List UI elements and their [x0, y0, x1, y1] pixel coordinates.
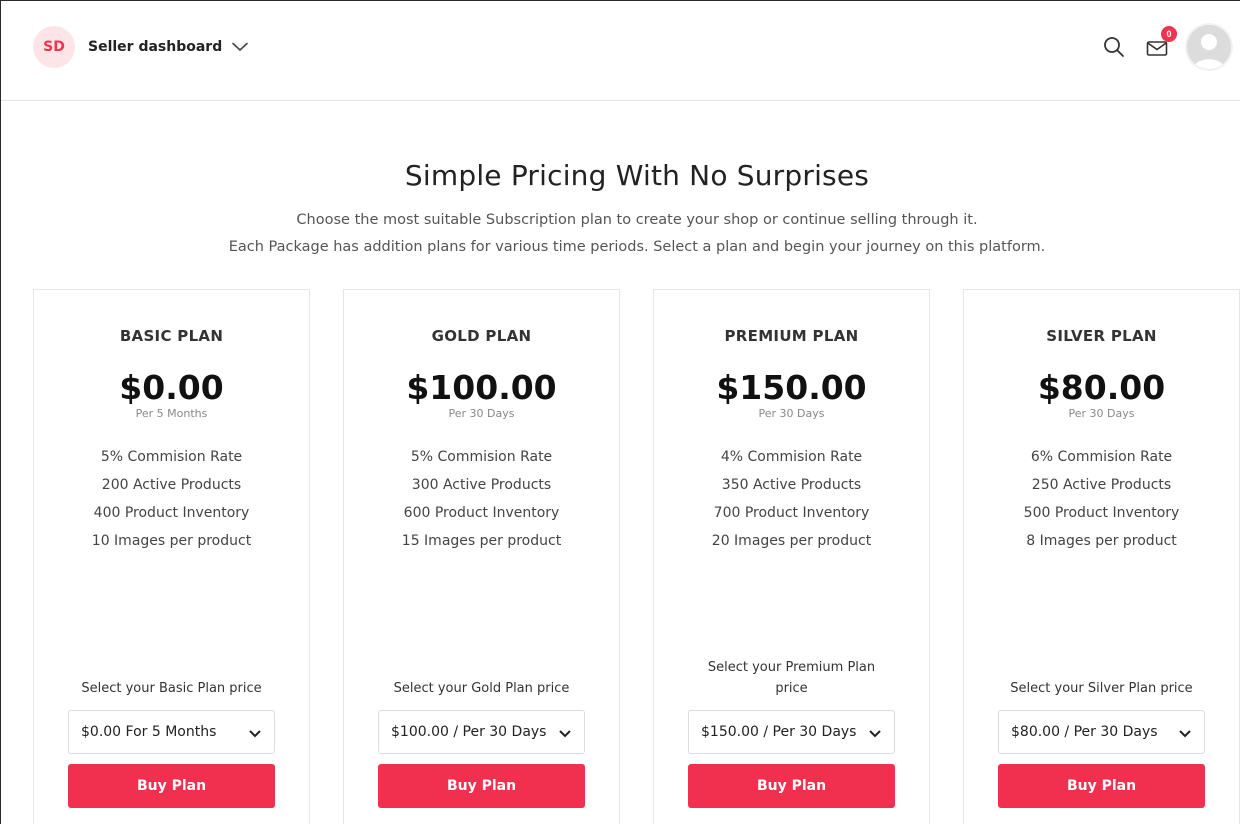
- buy-plan-button[interactable]: Buy Plan: [998, 764, 1205, 808]
- price-select-value: $100.00 / Per 30 Days: [391, 724, 547, 740]
- price-select[interactable]: $0.00 For 5 Months: [68, 710, 275, 754]
- price-select[interactable]: $80.00 / Per 30 Days: [998, 710, 1205, 754]
- chevron-down-icon: [869, 730, 881, 738]
- chevron-down-icon: [249, 730, 261, 738]
- plan-price: $100.00: [406, 368, 557, 407]
- user-avatar[interactable]: [1187, 25, 1231, 69]
- notification-badge: 0: [1161, 26, 1177, 42]
- price-select-label: Select your Silver Plan price: [1010, 681, 1193, 696]
- feature-inventory: 600 Product Inventory: [403, 505, 560, 521]
- app-frame: SD Seller dashboard 0 Simple Pricing Wit…: [0, 0, 1240, 824]
- price-select[interactable]: $150.00 / Per 30 Days: [688, 710, 895, 754]
- plan-card-basic: BASIC PLAN $0.00 Per 5 Months 5% Commisi…: [33, 289, 310, 824]
- price-select-label: Select your Basic Plan price: [81, 681, 262, 696]
- page-title: Simple Pricing With No Surprises: [404, 159, 870, 192]
- page-subtitle-line2: Each Package has addition plans for vari…: [228, 239, 1046, 255]
- store-name: Seller dashboard: [88, 39, 223, 55]
- feature-commission: 4% Commision Rate: [720, 449, 863, 465]
- feature-active-products: 350 Active Products: [721, 477, 862, 493]
- plan-name: SILVER PLAN: [1046, 327, 1157, 345]
- feature-images: 10 Images per product: [91, 533, 252, 549]
- plan-name: BASIC PLAN: [119, 327, 224, 345]
- plan-name: PREMIUM PLAN: [724, 327, 859, 345]
- feature-commission: 5% Commision Rate: [100, 449, 243, 465]
- plan-card-premium: PREMIUM PLAN $150.00 Per 30 Days 4% Comm…: [653, 289, 930, 824]
- plan-period: Per 5 Months: [135, 407, 208, 420]
- feature-images: 8 Images per product: [1026, 533, 1177, 549]
- plan-period: Per 30 Days: [758, 407, 825, 420]
- feature-active-products: 250 Active Products: [1031, 477, 1172, 493]
- buy-plan-button[interactable]: Buy Plan: [68, 764, 275, 808]
- plan-features: 5% Commision Rate 300 Active Products 60…: [399, 445, 564, 557]
- plan-card-gold: GOLD PLAN $100.00 Per 30 Days 5% Commisi…: [343, 289, 620, 824]
- buy-plan-button[interactable]: Buy Plan: [378, 764, 585, 808]
- feature-inventory: 700 Product Inventory: [713, 505, 870, 521]
- price-select-label: Select your Gold Plan price: [393, 681, 570, 696]
- store-avatar: SD: [33, 26, 75, 68]
- mail-icon[interactable]: 0: [1145, 26, 1177, 60]
- plan-period: Per 30 Days: [448, 407, 515, 420]
- top-header: SD Seller dashboard 0: [1, 1, 1240, 101]
- feature-inventory: 500 Product Inventory: [1023, 505, 1180, 521]
- search-icon[interactable]: [1101, 34, 1127, 60]
- plan-period: Per 30 Days: [1068, 407, 1135, 420]
- plan-features: 6% Commision Rate 250 Active Products 50…: [1019, 445, 1184, 557]
- plan-features: 4% Commision Rate 350 Active Products 70…: [709, 445, 874, 557]
- feature-active-products: 200 Active Products: [101, 477, 242, 493]
- feature-images: 15 Images per product: [401, 533, 562, 549]
- feature-inventory: 400 Product Inventory: [93, 505, 250, 521]
- page-subtitle-line1: Choose the most suitable Subscription pl…: [296, 212, 978, 228]
- price-select-value: $80.00 / Per 30 Days: [1011, 724, 1158, 740]
- pricing-hero: Simple Pricing With No Surprises Choose …: [1, 159, 1240, 261]
- price-select-value: $150.00 / Per 30 Days: [701, 724, 857, 740]
- plan-features: 5% Commision Rate 200 Active Products 40…: [89, 445, 254, 557]
- store-switcher[interactable]: SD Seller dashboard: [33, 26, 250, 68]
- feature-commission: 5% Commision Rate: [410, 449, 553, 465]
- feature-active-products: 300 Active Products: [411, 477, 552, 493]
- plan-price: $80.00: [1037, 368, 1166, 407]
- chevron-down-icon[interactable]: [232, 38, 250, 56]
- feature-images: 20 Images per product: [711, 533, 872, 549]
- plan-card-silver: SILVER PLAN $80.00 Per 30 Days 6% Commis…: [963, 289, 1240, 824]
- price-select[interactable]: $100.00 / Per 30 Days: [378, 710, 585, 754]
- price-select-value: $0.00 For 5 Months: [81, 724, 217, 740]
- plan-price: $150.00: [716, 368, 867, 407]
- plan-price: $0.00: [119, 368, 224, 407]
- header-actions: 0: [1101, 25, 1231, 69]
- feature-commission: 6% Commision Rate: [1030, 449, 1173, 465]
- buy-plan-button[interactable]: Buy Plan: [688, 764, 895, 808]
- user-avatar-icon: [1187, 25, 1231, 69]
- chevron-down-icon: [1179, 730, 1191, 738]
- chevron-down-icon: [559, 730, 571, 738]
- price-select-label: Select your Premium Plan price: [707, 660, 876, 696]
- plan-name: GOLD PLAN: [431, 327, 532, 345]
